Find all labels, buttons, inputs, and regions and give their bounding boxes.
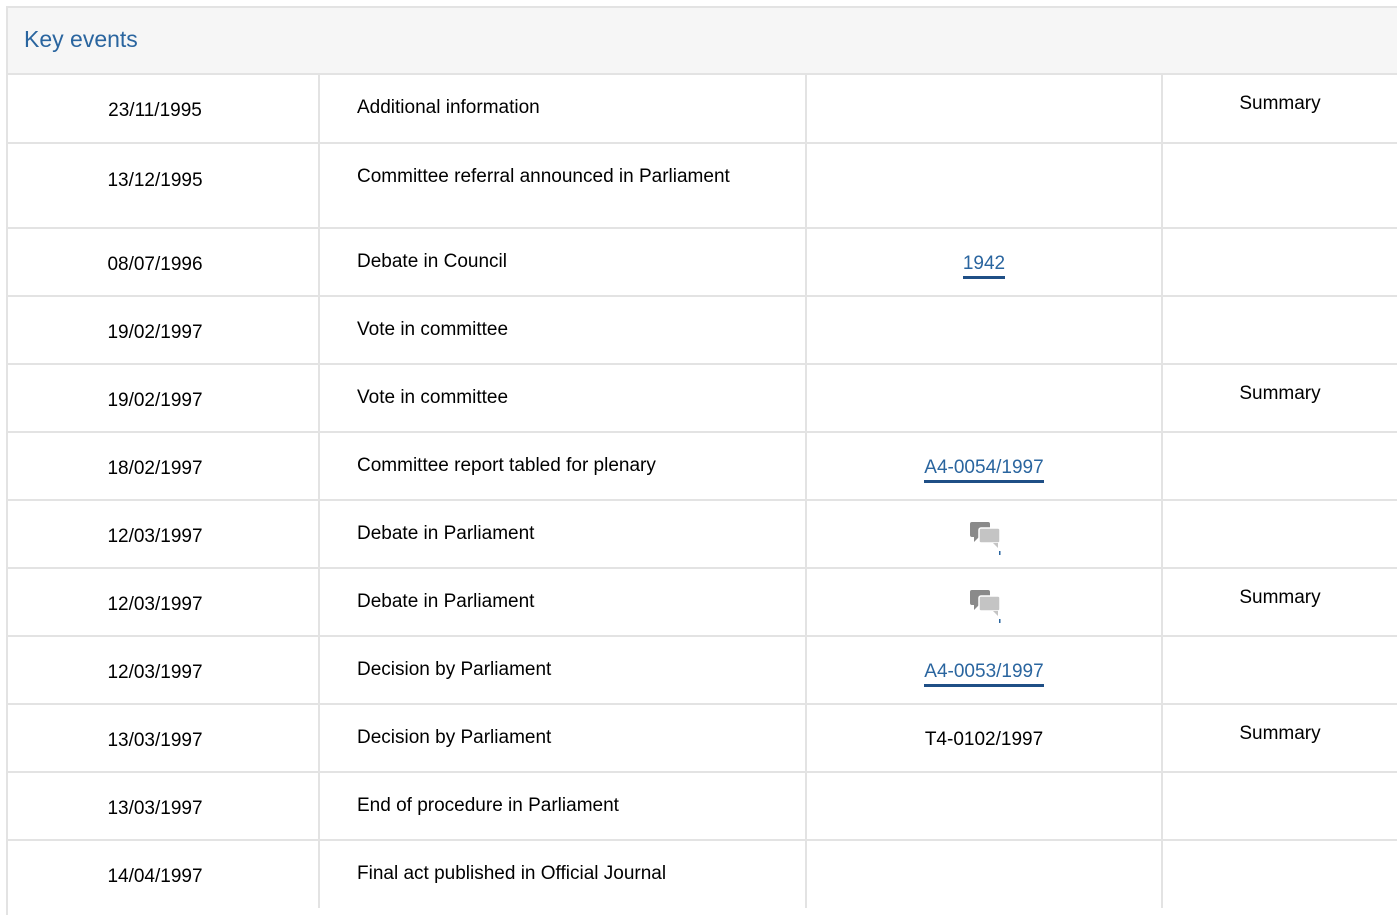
event-reference — [806, 364, 1163, 433]
event-summary — [1162, 500, 1397, 569]
key-events-table: 23/11/1995 Additional information Summar… — [8, 75, 1397, 908]
table-row: 12/03/1997 Debate in Parliament — [8, 500, 1397, 569]
event-summary — [1162, 772, 1397, 841]
event-summary — [1162, 432, 1397, 501]
event-summary[interactable]: Summary — [1162, 364, 1397, 433]
event-name: Debate in Parliament — [319, 568, 807, 637]
table-row: 12/03/1997 Decision by Parliament A4-005… — [8, 636, 1397, 705]
event-date: 19/02/1997 — [8, 364, 320, 433]
event-date: 13/03/1997 — [8, 704, 320, 773]
speech-bubbles-icon[interactable] — [968, 585, 1004, 625]
event-reference: A4-0053/1997 — [806, 636, 1163, 705]
event-name: Committee referral announced in Parliame… — [319, 143, 807, 229]
event-date: 18/02/1997 — [8, 432, 320, 501]
event-summary — [1162, 840, 1397, 908]
event-name: Debate in Parliament — [319, 500, 807, 569]
event-reference — [806, 840, 1163, 908]
event-name: Decision by Parliament — [319, 636, 807, 705]
event-reference — [806, 143, 1163, 229]
event-name: Additional information — [319, 75, 807, 144]
event-name: Final act published in Official Journal — [319, 840, 807, 908]
event-summary[interactable]: Summary — [1162, 568, 1397, 637]
key-events-panel: Key events 23/11/1995 Additional informa… — [6, 6, 1397, 915]
event-date: 13/03/1997 — [8, 772, 320, 841]
committee-report-link[interactable]: A4-0054/1997 — [924, 457, 1044, 483]
table-row: 13/12/1995 Committee referral announced … — [8, 143, 1397, 229]
event-name: End of procedure in Parliament — [319, 772, 807, 841]
council-debate-link[interactable]: 1942 — [962, 253, 1006, 279]
event-name: Vote in committee — [319, 296, 807, 365]
event-date: 23/11/1995 — [8, 75, 320, 144]
event-reference: T4-0102/1997 — [806, 704, 1163, 773]
event-date: 19/02/1997 — [8, 296, 320, 365]
table-row: 13/03/1997 Decision by Parliament T4-010… — [8, 704, 1397, 773]
decision-report-link[interactable]: A4-0053/1997 — [924, 661, 1044, 687]
speech-bubbles-icon[interactable] — [968, 517, 1004, 557]
event-summary[interactable]: Summary — [1162, 704, 1397, 773]
event-date: 12/03/1997 — [8, 636, 320, 705]
event-date: 14/04/1997 — [8, 840, 320, 908]
table-row: 19/02/1997 Vote in committee — [8, 296, 1397, 365]
table-row: 18/02/1997 Committee report tabled for p… — [8, 432, 1397, 501]
event-reference: 1942 — [806, 228, 1163, 297]
event-name: Decision by Parliament — [319, 704, 807, 773]
event-date: 08/07/1996 — [8, 228, 320, 297]
table-row: 23/11/1995 Additional information Summar… — [8, 75, 1397, 144]
event-summary[interactable]: Summary — [1162, 75, 1397, 144]
event-reference — [806, 500, 1163, 569]
panel-title: Key events — [24, 26, 138, 52]
event-date: 13/12/1995 — [8, 143, 320, 229]
key-events-header: Key events — [8, 8, 1397, 75]
table-row: 14/04/1997 Final act published in Offici… — [8, 840, 1397, 908]
event-reference — [806, 296, 1163, 365]
event-reference: A4-0054/1997 — [806, 432, 1163, 501]
event-summary — [1162, 636, 1397, 705]
table-row: 19/02/1997 Vote in committee Summary — [8, 364, 1397, 433]
event-reference — [806, 568, 1163, 637]
event-date: 12/03/1997 — [8, 500, 320, 569]
table-row: 13/03/1997 End of procedure in Parliamen… — [8, 772, 1397, 841]
event-name: Debate in Council — [319, 228, 807, 297]
event-date: 12/03/1997 — [8, 568, 320, 637]
event-name: Committee report tabled for plenary — [319, 432, 807, 501]
event-reference — [806, 75, 1163, 144]
event-reference — [806, 772, 1163, 841]
event-summary — [1162, 143, 1397, 229]
table-row: 08/07/1996 Debate in Council 1942 — [8, 228, 1397, 297]
event-summary — [1162, 228, 1397, 297]
table-row: 12/03/1997 Debate in Parliament Summary — [8, 568, 1397, 637]
event-name: Vote in committee — [319, 364, 807, 433]
event-summary — [1162, 296, 1397, 365]
